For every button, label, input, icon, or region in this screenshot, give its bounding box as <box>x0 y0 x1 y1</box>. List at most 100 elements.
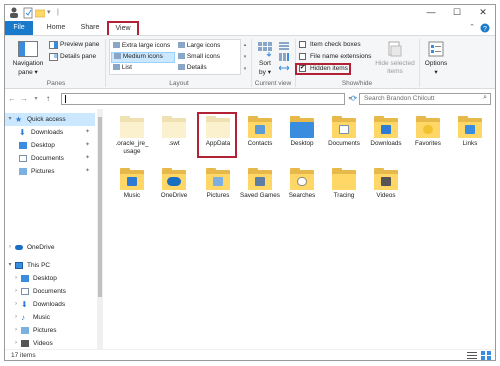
chevron-down-icon: ▾ <box>8 262 12 268</box>
sidebar-item-label: Pictures <box>31 168 55 175</box>
customize-chevron-icon[interactable]: ▾ <box>47 7 57 19</box>
back-arrow-icon[interactable]: ← <box>7 93 17 105</box>
navigation-pane-label: Navigation <box>12 60 44 67</box>
pictures-icon <box>21 327 29 334</box>
item-check-boxes-toggle[interactable]: Item check boxes <box>297 40 381 50</box>
layout-list[interactable]: List <box>113 64 175 74</box>
address-bar[interactable] <box>61 93 345 105</box>
up-arrow-icon[interactable]: ↑ <box>43 93 53 105</box>
layout-details[interactable]: Details <box>178 64 240 74</box>
folder-icon <box>332 168 356 190</box>
details-view-icon[interactable] <box>467 351 477 360</box>
file-item-downloads[interactable]: Downloads <box>363 113 409 165</box>
layout-medium-icons[interactable]: Medium icons <box>111 52 175 63</box>
hide-selected-items-button[interactable]: Hide selected items <box>375 39 415 77</box>
properties-icon[interactable] <box>23 7 33 19</box>
new-folder-icon[interactable] <box>34 7 46 19</box>
file-item-swt[interactable]: .swt <box>151 113 197 165</box>
options-arrow: ▾ <box>434 69 438 76</box>
layout-scroll-icon[interactable]: ▴ ▾ ▾ <box>242 39 248 75</box>
sidebar-item-pc-music[interactable]: › ♪ Music <box>5 311 95 324</box>
sidebar-item-pictures[interactable]: Pictures ✦ <box>5 165 95 178</box>
show-hide-group-label: Show/hide <box>341 80 373 87</box>
minimize-button[interactable]: — <box>419 5 443 21</box>
folder-icon <box>332 116 356 138</box>
hide-selected-label: Hide selected <box>375 60 415 67</box>
details-pane-icon <box>49 53 58 61</box>
file-item-videos[interactable]: Videos <box>363 165 409 217</box>
navigation-pane-scrollbar[interactable] <box>97 109 103 349</box>
search-icon: ⌕ <box>483 94 487 101</box>
preview-pane-button[interactable]: Preview pane <box>49 40 101 50</box>
pin-icon[interactable]: ✦ <box>85 152 90 165</box>
folder-icon <box>248 116 272 138</box>
sidebar-item-pc-desktop[interactable]: › Desktop <box>5 272 95 285</box>
sidebar-item-quick-access[interactable]: ▾ ★ Quick access <box>5 113 95 126</box>
file-item-contacts[interactable]: Contacts <box>237 113 283 165</box>
file-item-tracing[interactable]: Tracing <box>321 165 367 217</box>
file-item-onedrive[interactable]: OneDrive <box>151 165 197 217</box>
star-icon <box>423 125 433 134</box>
sort-by-label: Sort <box>259 60 271 67</box>
layout-small-icons[interactable]: Small icons <box>178 53 240 63</box>
file-item-oracle-jre-usage[interactable]: .oracle_jre_ usage <box>109 113 155 165</box>
search-box[interactable]: Search Brandon Chilcutt ⌕ <box>359 93 491 105</box>
chevron-right-icon: › <box>15 327 17 333</box>
sidebar-item-desktop[interactable]: Desktop ✦ <box>5 139 95 152</box>
tab-home[interactable]: Home <box>45 21 67 35</box>
sidebar-item-documents[interactable]: Documents ✦ <box>5 152 95 165</box>
close-button[interactable]: ✕ <box>471 5 495 21</box>
pin-icon[interactable]: ✦ <box>85 126 90 139</box>
file-item-label: Searches <box>288 192 316 199</box>
file-item-music[interactable]: Music <box>109 165 155 217</box>
file-item-pictures[interactable]: Pictures <box>195 165 241 217</box>
tab-share[interactable]: Share <box>79 21 101 35</box>
sidebar-item-onedrive[interactable]: › OneDrive <box>5 241 95 254</box>
large-icons-view-icon[interactable] <box>481 351 491 360</box>
sort-by-button[interactable]: Sort by ▾ <box>255 39 275 77</box>
size-columns-icon[interactable] <box>278 64 290 72</box>
file-name-extensions-toggle[interactable]: File name extensions <box>297 52 381 62</box>
sidebar-item-this-pc[interactable]: ▾ This PC <box>5 259 95 272</box>
navigation-pane-button[interactable]: Navigation pane ▾ <box>9 39 47 77</box>
file-item-favorites[interactable]: Favorites <box>405 113 451 165</box>
refresh-icon[interactable]: ⟳ <box>349 93 359 105</box>
file-item-desktop[interactable]: Desktop <box>279 113 325 165</box>
sidebar-item-downloads[interactable]: ⬇ Downloads ✦ <box>5 126 95 139</box>
file-item-links[interactable]: Links <box>447 113 493 165</box>
music-icon: ♪ <box>21 313 25 322</box>
item-check-boxes-checkbox[interactable] <box>299 41 306 48</box>
sidebar-item-label: Documents <box>33 288 66 295</box>
file-item-label: Pictures <box>206 192 230 199</box>
layout-extra-large-icons[interactable]: Extra large icons <box>113 42 175 52</box>
forward-arrow-icon[interactable]: → <box>19 93 29 105</box>
pin-icon[interactable]: ✦ <box>85 139 90 152</box>
maximize-button[interactable]: ☐ <box>445 5 469 21</box>
pin-icon[interactable]: ✦ <box>85 165 90 178</box>
sidebar-item-pc-pictures[interactable]: › Pictures <box>5 324 95 337</box>
options-button[interactable]: Options ▾ <box>421 39 451 77</box>
file-name-extensions-checkbox[interactable] <box>299 53 306 60</box>
file-item-saved-games[interactable]: Saved Games <box>237 165 283 217</box>
tab-view[interactable]: View <box>107 21 139 35</box>
scrollbar-thumb[interactable] <box>98 117 102 297</box>
user-folder-icon <box>9 7 19 19</box>
tab-file[interactable]: File <box>5 21 33 35</box>
ribbon-separator <box>105 39 106 87</box>
help-icon[interactable]: ? <box>479 21 491 35</box>
music-icon <box>127 177 137 186</box>
file-item-documents[interactable]: Documents <box>321 113 367 165</box>
folder-icon <box>374 116 398 138</box>
sidebar-item-pc-downloads[interactable]: › ⬇ Downloads <box>5 298 95 311</box>
videos-icon <box>21 340 29 347</box>
file-item-searches[interactable]: Searches <box>279 165 325 217</box>
add-columns-icon[interactable] <box>279 53 289 61</box>
recent-locations-chevron-icon[interactable]: ▾ <box>31 93 41 105</box>
group-by-icon[interactable] <box>279 42 289 50</box>
games-icon <box>255 177 265 186</box>
sidebar-item-pc-documents[interactable]: › Documents <box>5 285 95 298</box>
documents-icon <box>19 155 27 162</box>
collapse-ribbon-icon[interactable]: ⌃ <box>467 21 477 35</box>
layout-large-icons[interactable]: Large icons <box>178 42 240 52</box>
details-pane-button[interactable]: Details pane <box>49 52 101 62</box>
